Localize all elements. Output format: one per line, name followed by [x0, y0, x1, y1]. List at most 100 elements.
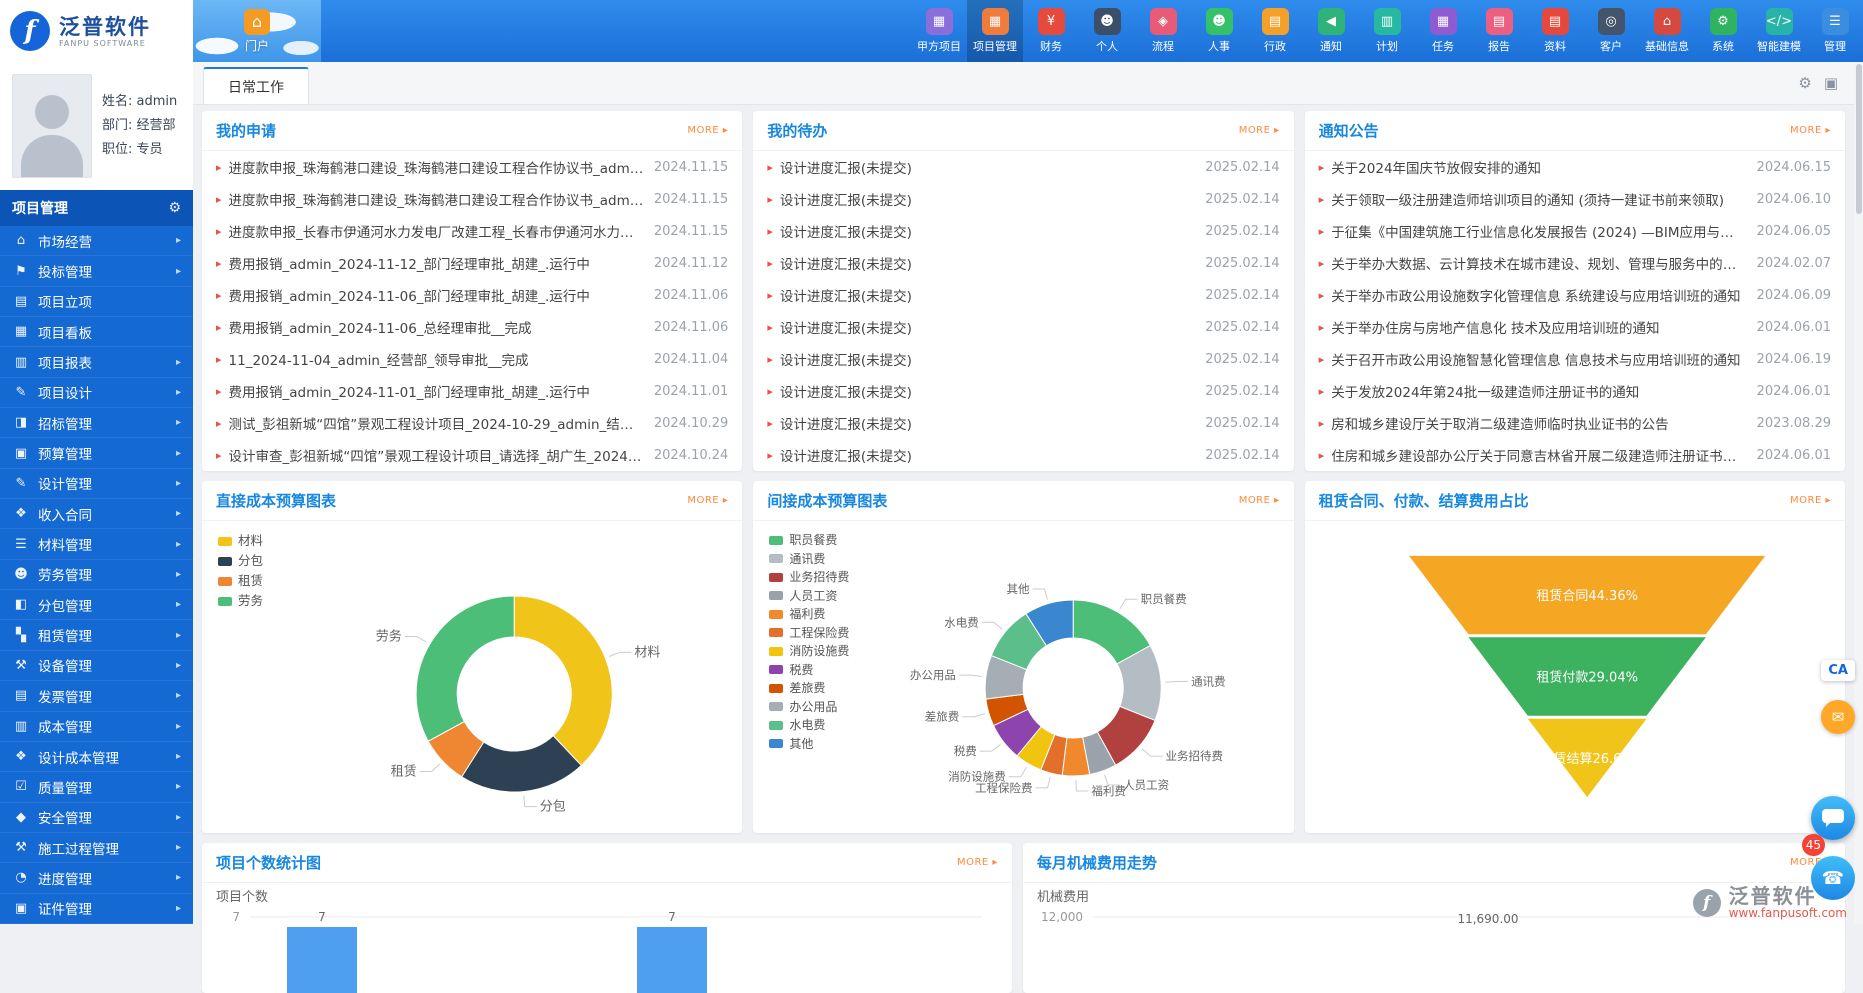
sidebar-item[interactable]: ✎ 设计管理 ▸: [0, 469, 193, 499]
more-link[interactable]: MORE ▸: [687, 495, 728, 506]
list-item[interactable]: ▸ 关于举办大数据、云计算技术在城市建设、规划、管理与服务中的应用培训班... …: [1305, 247, 1845, 279]
sidebar-item[interactable]: ▥ 成本管理 ▸: [0, 712, 193, 742]
more-link[interactable]: MORE ▸: [1790, 495, 1831, 506]
list-item[interactable]: ▸ 关于2024年国庆节放假安排的通知 2024.06.15: [1305, 151, 1845, 183]
legend-item[interactable]: 租赁: [218, 571, 263, 591]
module-item[interactable]: ▤ 行政: [1247, 0, 1303, 62]
module-item[interactable]: ◈ 流程: [1135, 0, 1191, 62]
legend-item[interactable]: 水电费: [769, 716, 849, 735]
sidebar-item[interactable]: ⚒ 施工过程管理 ▸: [0, 833, 193, 863]
legend-item[interactable]: 材料: [218, 531, 263, 551]
legend-item[interactable]: 办公用品: [769, 698, 849, 717]
sidebar-item[interactable]: ⚑ 投标管理 ▸: [0, 256, 193, 286]
list-item[interactable]: ▸ 于征集《中国建筑施工行业信息化发展报告 (2024) —BIM应用与发展》材…: [1305, 215, 1845, 247]
sidebar-item[interactable]: ▣ 预算管理 ▸: [0, 438, 193, 468]
list-item[interactable]: ▸ 房和城乡建设厅关于取消二级建造师临时执业证书的公告 2023.08.29: [1305, 407, 1845, 439]
list-item[interactable]: ▸ 进度款申报_长春市伊通河水力发电厂改建工程_长春市伊通河水力发电... 20…: [202, 215, 742, 247]
list-item[interactable]: ▸ 费用报销_admin_2024-11-01_部门经理审批_胡建_.运行中 2…: [202, 375, 742, 407]
legend-item[interactable]: 职员餐费: [769, 531, 849, 550]
list-item[interactable]: ▸ 设计进度汇报(未提交) 2025.02.14: [753, 151, 1293, 183]
sidebar-item[interactable]: ▦ 项目看板 ▸: [0, 317, 193, 347]
more-link[interactable]: MORE ▸: [687, 125, 728, 136]
module-item[interactable]: ▤ 报告: [1471, 0, 1527, 62]
sidebar-item[interactable]: ▥ 项目报表 ▸: [0, 347, 193, 377]
list-item[interactable]: ▸ 设计进度汇报(未提交) 2025.02.14: [753, 247, 1293, 279]
sidebar-item[interactable]: ☰ 材料管理 ▸: [0, 529, 193, 559]
page-scrollbar[interactable]: [1854, 62, 1863, 924]
portal-module[interactable]: ⌂ 门户: [244, 9, 270, 54]
list-item[interactable]: ▸ 关于发放2024年第24批一级建造师注册证书的通知 2024.06.01: [1305, 375, 1845, 407]
legend-item[interactable]: 工程保险费: [769, 624, 849, 643]
list-item[interactable]: ▸ 设计进度汇报(未提交) 2025.02.14: [753, 183, 1293, 215]
layout-icon[interactable]: ▣: [1824, 74, 1838, 92]
list-item[interactable]: ▸ 费用报销_admin_2024-11-06_总经理审批__完成 2024.1…: [202, 311, 742, 343]
module-item[interactable]: ▤ 资料: [1527, 0, 1583, 62]
legend-item[interactable]: 福利费: [769, 605, 849, 624]
module-item[interactable]: ¥ 财务: [1023, 0, 1079, 62]
list-item[interactable]: ▸ 费用报销_admin_2024-11-12_部门经理审批_胡建_.运行中 2…: [202, 247, 742, 279]
sidebar-item[interactable]: ▣ 证件管理 ▸: [0, 894, 193, 924]
list-item[interactable]: ▸ 关于领取一级注册建造师培训项目的通知 (须持一建证书前来领取) 2024.0…: [1305, 183, 1845, 215]
legend-item[interactable]: 劳务: [218, 591, 263, 611]
module-item[interactable]: ⚙ 系统: [1695, 0, 1751, 62]
sidebar-item[interactable]: ◔ 进度管理 ▸: [0, 863, 193, 893]
module-item[interactable]: ☻ 个人: [1079, 0, 1135, 62]
sidebar-item[interactable]: ◧ 分包管理 ▸: [0, 590, 193, 620]
legend-item[interactable]: 通讯费: [769, 550, 849, 569]
sidebar-item[interactable]: ❖ 设计成本管理 ▸: [0, 742, 193, 772]
list-item[interactable]: ▸ 设计进度汇报(未提交) 2025.02.14: [753, 279, 1293, 311]
tab-daily-work[interactable]: 日常工作: [203, 67, 309, 104]
module-item[interactable]: ▥ 计划: [1359, 0, 1415, 62]
module-item[interactable]: ▦ 任务: [1415, 0, 1471, 62]
list-item[interactable]: ▸ 费用报销_admin_2024-11-06_部门经理审批_胡建_.运行中 2…: [202, 279, 742, 311]
module-item[interactable]: ▦ 甲方项目: [911, 0, 967, 62]
feedback-button[interactable]: ✉: [1821, 700, 1855, 734]
list-item[interactable]: ▸ 设计审查_彭祖新城“四馆”景观工程设计项目_请选择_胡广生_2024-10-…: [202, 439, 742, 471]
sidebar-item[interactable]: ▤ 发票管理 ▸: [0, 681, 193, 711]
legend-item[interactable]: 税费: [769, 661, 849, 680]
online-service-button[interactable]: [1811, 796, 1855, 840]
sidebar-item[interactable]: ❖ 收入合同 ▸: [0, 499, 193, 529]
module-item[interactable]: ◎ 客户: [1583, 0, 1639, 62]
legend-item[interactable]: 业务招待费: [769, 568, 849, 587]
sidebar-item[interactable]: ⌂ 市场经营 ▸: [0, 226, 193, 256]
list-item[interactable]: ▸ 设计进度汇报(未提交) 2025.02.14: [753, 375, 1293, 407]
sidebar-item[interactable]: ☑ 质量管理 ▸: [0, 772, 193, 802]
module-item[interactable]: </> 智能建模: [1751, 0, 1807, 62]
sidebar-item[interactable]: ◆ 安全管理 ▸: [0, 803, 193, 833]
list-item[interactable]: ▸ 关于召开市政公用设施智慧化管理信息 信息技术与应用培训班的通知 2024.0…: [1305, 343, 1845, 375]
sidebar-item[interactable]: ⚒ 设备管理 ▸: [0, 651, 193, 681]
legend-item[interactable]: 分包: [218, 551, 263, 571]
list-item[interactable]: ▸ 设计进度汇报(未提交) 2025.02.14: [753, 215, 1293, 247]
more-link[interactable]: MORE ▸: [957, 857, 998, 868]
scrollbar-thumb[interactable]: [1856, 64, 1862, 214]
list-item[interactable]: ▸ 进度款申报_珠海鹤港口建设_珠海鹤港口建设工程合作协议书_admin_...…: [202, 183, 742, 215]
more-link[interactable]: MORE ▸: [1239, 495, 1280, 506]
legend-item[interactable]: 差旅费: [769, 679, 849, 698]
list-item[interactable]: ▸ 设计进度汇报(未提交) 2025.02.14: [753, 311, 1293, 343]
module-item[interactable]: ▦ 项目管理: [967, 0, 1023, 62]
module-item[interactable]: ☰ 管理: [1807, 0, 1863, 62]
list-item[interactable]: ▸ 住房和城乡建设部办公厅关于同意吉林省开展二级建造师注册证书电子化试点... …: [1305, 439, 1845, 471]
legend-item[interactable]: 其他: [769, 735, 849, 754]
list-item[interactable]: ▸ 设计进度汇报(未提交) 2025.02.14: [753, 407, 1293, 439]
legend-item[interactable]: 消防设施费: [769, 642, 849, 661]
list-item[interactable]: ▸ 进度款申报_珠海鹤港口建设_珠海鹤港口建设工程合作协议书_admin_...…: [202, 151, 742, 183]
sidebar-item[interactable]: ▚ 租赁管理 ▸: [0, 620, 193, 650]
list-item[interactable]: ▸ 测试_彭祖新城“四馆”景观工程设计项目_2024-10-29_admin_结…: [202, 407, 742, 439]
key-icon[interactable]: ⚙: [1798, 74, 1811, 92]
sidebar-item[interactable]: ▤ 项目立项 ▸: [0, 287, 193, 317]
sidebar-item[interactable]: ☻ 劳务管理 ▸: [0, 560, 193, 590]
legend-item[interactable]: 人员工资: [769, 587, 849, 606]
gear-icon[interactable]: ⚙: [168, 200, 181, 216]
module-item[interactable]: ☻ 人事: [1191, 0, 1247, 62]
list-item[interactable]: ▸ 关于举办住房与房地产信息化 技术及应用培训班的通知 2024.06.01: [1305, 311, 1845, 343]
sidebar-item[interactable]: ✎ 项目设计 ▸: [0, 378, 193, 408]
list-item[interactable]: ▸ 设计进度汇报(未提交) 2025.02.14: [753, 439, 1293, 471]
list-item[interactable]: ▸ 设计进度汇报(未提交) 2025.02.14: [753, 343, 1293, 375]
module-item[interactable]: ◀ 通知: [1303, 0, 1359, 62]
module-item[interactable]: ⌂ 基础信息: [1639, 0, 1695, 62]
ca-cert-button[interactable]: CA: [1821, 660, 1855, 681]
more-link[interactable]: MORE ▸: [1790, 125, 1831, 136]
sidebar-item[interactable]: ◨ 招标管理 ▸: [0, 408, 193, 438]
